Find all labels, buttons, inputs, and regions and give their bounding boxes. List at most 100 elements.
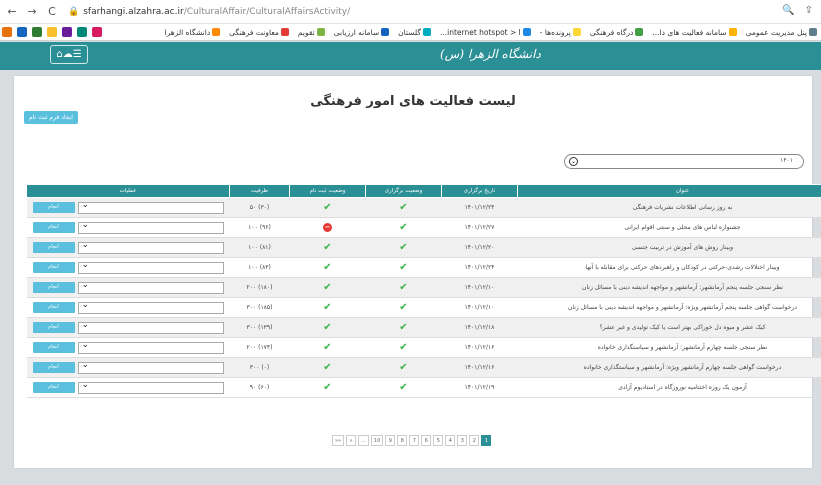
page-link[interactable]: 9: [385, 435, 396, 446]
check-icon: ✔: [399, 242, 408, 253]
row-actions: انجام: [26, 257, 230, 278]
year-filter-select[interactable]: ⌄ ۱۴۰۱: [564, 154, 804, 169]
extension-icon[interactable]: [2, 27, 12, 37]
check-icon: ✔: [399, 302, 408, 313]
registration-status: ✔: [289, 317, 366, 338]
check-icon: ✔: [323, 302, 332, 313]
action-select[interactable]: [77, 320, 224, 334]
do-action-button[interactable]: انجام: [32, 202, 75, 213]
share-icon[interactable]: ⇪: [805, 5, 813, 16]
do-action-button[interactable]: انجام: [32, 362, 75, 373]
extension-icon[interactable]: [47, 27, 57, 37]
bookmark-item[interactable]: تقویم: [298, 28, 325, 37]
do-action-button[interactable]: انجام: [32, 302, 75, 313]
check-icon: ✔: [399, 202, 408, 213]
zoom-icon[interactable]: 🔍: [782, 5, 794, 16]
row-actions: انجام: [26, 357, 230, 378]
page-link[interactable]: »»: [332, 435, 345, 446]
reload-icon[interactable]: C: [44, 5, 60, 18]
check-icon: ✔: [323, 242, 332, 253]
university-logo[interactable]: دانشگاه الزهرا (س): [440, 47, 541, 61]
bookmark-item[interactable]: پنل مدیریت عمومی: [746, 28, 817, 37]
check-icon: ✔: [399, 322, 408, 333]
bookmark-item[interactable]: internet hotspot > l...: [440, 28, 531, 37]
page-link[interactable]: ...: [358, 435, 369, 446]
action-select[interactable]: [77, 340, 224, 354]
activity-title: وبینار اختلالات رشدی-حرکتی در کودکان و ر…: [517, 257, 821, 278]
user-menu-icon[interactable]: ⌂☁☰: [50, 45, 88, 64]
action-select[interactable]: [77, 240, 224, 254]
extension-icon[interactable]: [77, 27, 87, 37]
bookmark-item[interactable]: سامانه ارزیابی: [334, 28, 390, 37]
check-icon: ✔: [323, 342, 332, 353]
page-link[interactable]: 7: [409, 435, 420, 446]
page-link[interactable]: 5: [433, 435, 444, 446]
registration-status: ✔: [289, 257, 366, 278]
activity-title: به روز رسانی اطلاعات نشریات فرهنگی: [517, 197, 821, 218]
extension-icon[interactable]: [17, 27, 27, 37]
check-icon: ✔: [399, 282, 408, 293]
site-header: ⌂☁☰ دانشگاه الزهرا (س): [0, 42, 821, 70]
held-status: ✔: [365, 377, 442, 398]
page-link[interactable]: 3: [457, 435, 468, 446]
held-status: ✔: [365, 237, 442, 258]
action-select[interactable]: [77, 200, 224, 214]
bookmark-item[interactable]: دانشگاه الزهرا: [165, 28, 221, 37]
do-action-button[interactable]: انجام: [32, 242, 75, 253]
activity-date: ۱۴۰۱/۱۲/۲۴: [441, 257, 518, 278]
bookmark-label: درگاه فرهنگی: [589, 27, 634, 37]
page-link[interactable]: 10: [370, 435, 384, 446]
bookmark-item[interactable]: معاونت فرهنگی: [229, 28, 289, 37]
page-link[interactable]: 8: [397, 435, 408, 446]
page-link[interactable]: 1: [481, 435, 492, 446]
url-field[interactable]: sfarhangi.alzahra.ac.ir/CulturalAffair/C…: [83, 7, 350, 17]
forward-icon[interactable]: →: [24, 5, 40, 18]
bookmark-item[interactable]: گلستان: [398, 28, 431, 37]
chevron-down-icon: ⌄: [569, 157, 578, 166]
do-action-button[interactable]: انجام: [32, 222, 75, 233]
extension-icon[interactable]: [62, 27, 72, 37]
bookmark-item[interactable]: پرونده‌ها -: [540, 28, 581, 37]
extension-icon[interactable]: [32, 27, 42, 37]
action-select[interactable]: [77, 360, 224, 374]
action-select[interactable]: [77, 380, 224, 394]
row-actions: انجام: [26, 197, 230, 218]
page-link[interactable]: 2: [469, 435, 480, 446]
action-select[interactable]: [77, 280, 224, 294]
held-status: ✔: [365, 197, 442, 218]
bookmark-item[interactable]: سامانه فعالیت های دا...: [652, 28, 737, 37]
do-action-button[interactable]: انجام: [32, 322, 75, 333]
do-action-button[interactable]: انجام: [32, 342, 75, 353]
do-action-button[interactable]: انجام: [32, 382, 75, 393]
bookmark-icon: [635, 28, 644, 36]
page-link[interactable]: 6: [421, 435, 432, 446]
do-action-button[interactable]: انجام: [32, 282, 75, 293]
action-select[interactable]: [77, 260, 224, 274]
held-status: ✔: [365, 357, 442, 378]
bookmark-icon: [572, 28, 581, 36]
create-form-button[interactable]: ایجاد فرم ثبت نام: [24, 111, 78, 124]
bookmark-label: پرونده‌ها -: [539, 27, 571, 37]
do-action-button[interactable]: انجام: [32, 262, 75, 273]
bookmark-item[interactable]: درگاه فرهنگی: [589, 27, 644, 37]
held-status: ✔: [365, 317, 442, 338]
held-status: ✔: [365, 297, 442, 318]
action-select[interactable]: [77, 220, 224, 234]
back-icon[interactable]: ←: [4, 5, 20, 18]
bookmark-icon: [422, 28, 431, 36]
registration-status: ✔: [289, 297, 366, 318]
column-header: عنوان: [517, 184, 821, 198]
held-status: ✔: [365, 277, 442, 298]
action-select[interactable]: [77, 300, 224, 314]
page-link[interactable]: »: [346, 435, 357, 446]
held-status: ✔: [365, 257, 442, 278]
check-icon: ✔: [399, 262, 408, 273]
activity-date: ۱۴۰۱/۱۲/۱۹: [441, 377, 518, 398]
page-link[interactable]: 4: [445, 435, 456, 446]
registration-status: ✔: [289, 197, 366, 218]
extension-icon[interactable]: [92, 27, 102, 37]
table-row: درخواست گواهی جلسه پنجم آرمانشهر ویژه: آ…: [26, 297, 821, 318]
closed-icon: −: [323, 223, 332, 232]
table-row: نظر سنجی جلسه چهارم آرمانشهر: آرمانشهر و…: [26, 337, 821, 358]
table-row: جشنواره لباس های محلی و سنتی اقوام ایران…: [26, 217, 821, 238]
